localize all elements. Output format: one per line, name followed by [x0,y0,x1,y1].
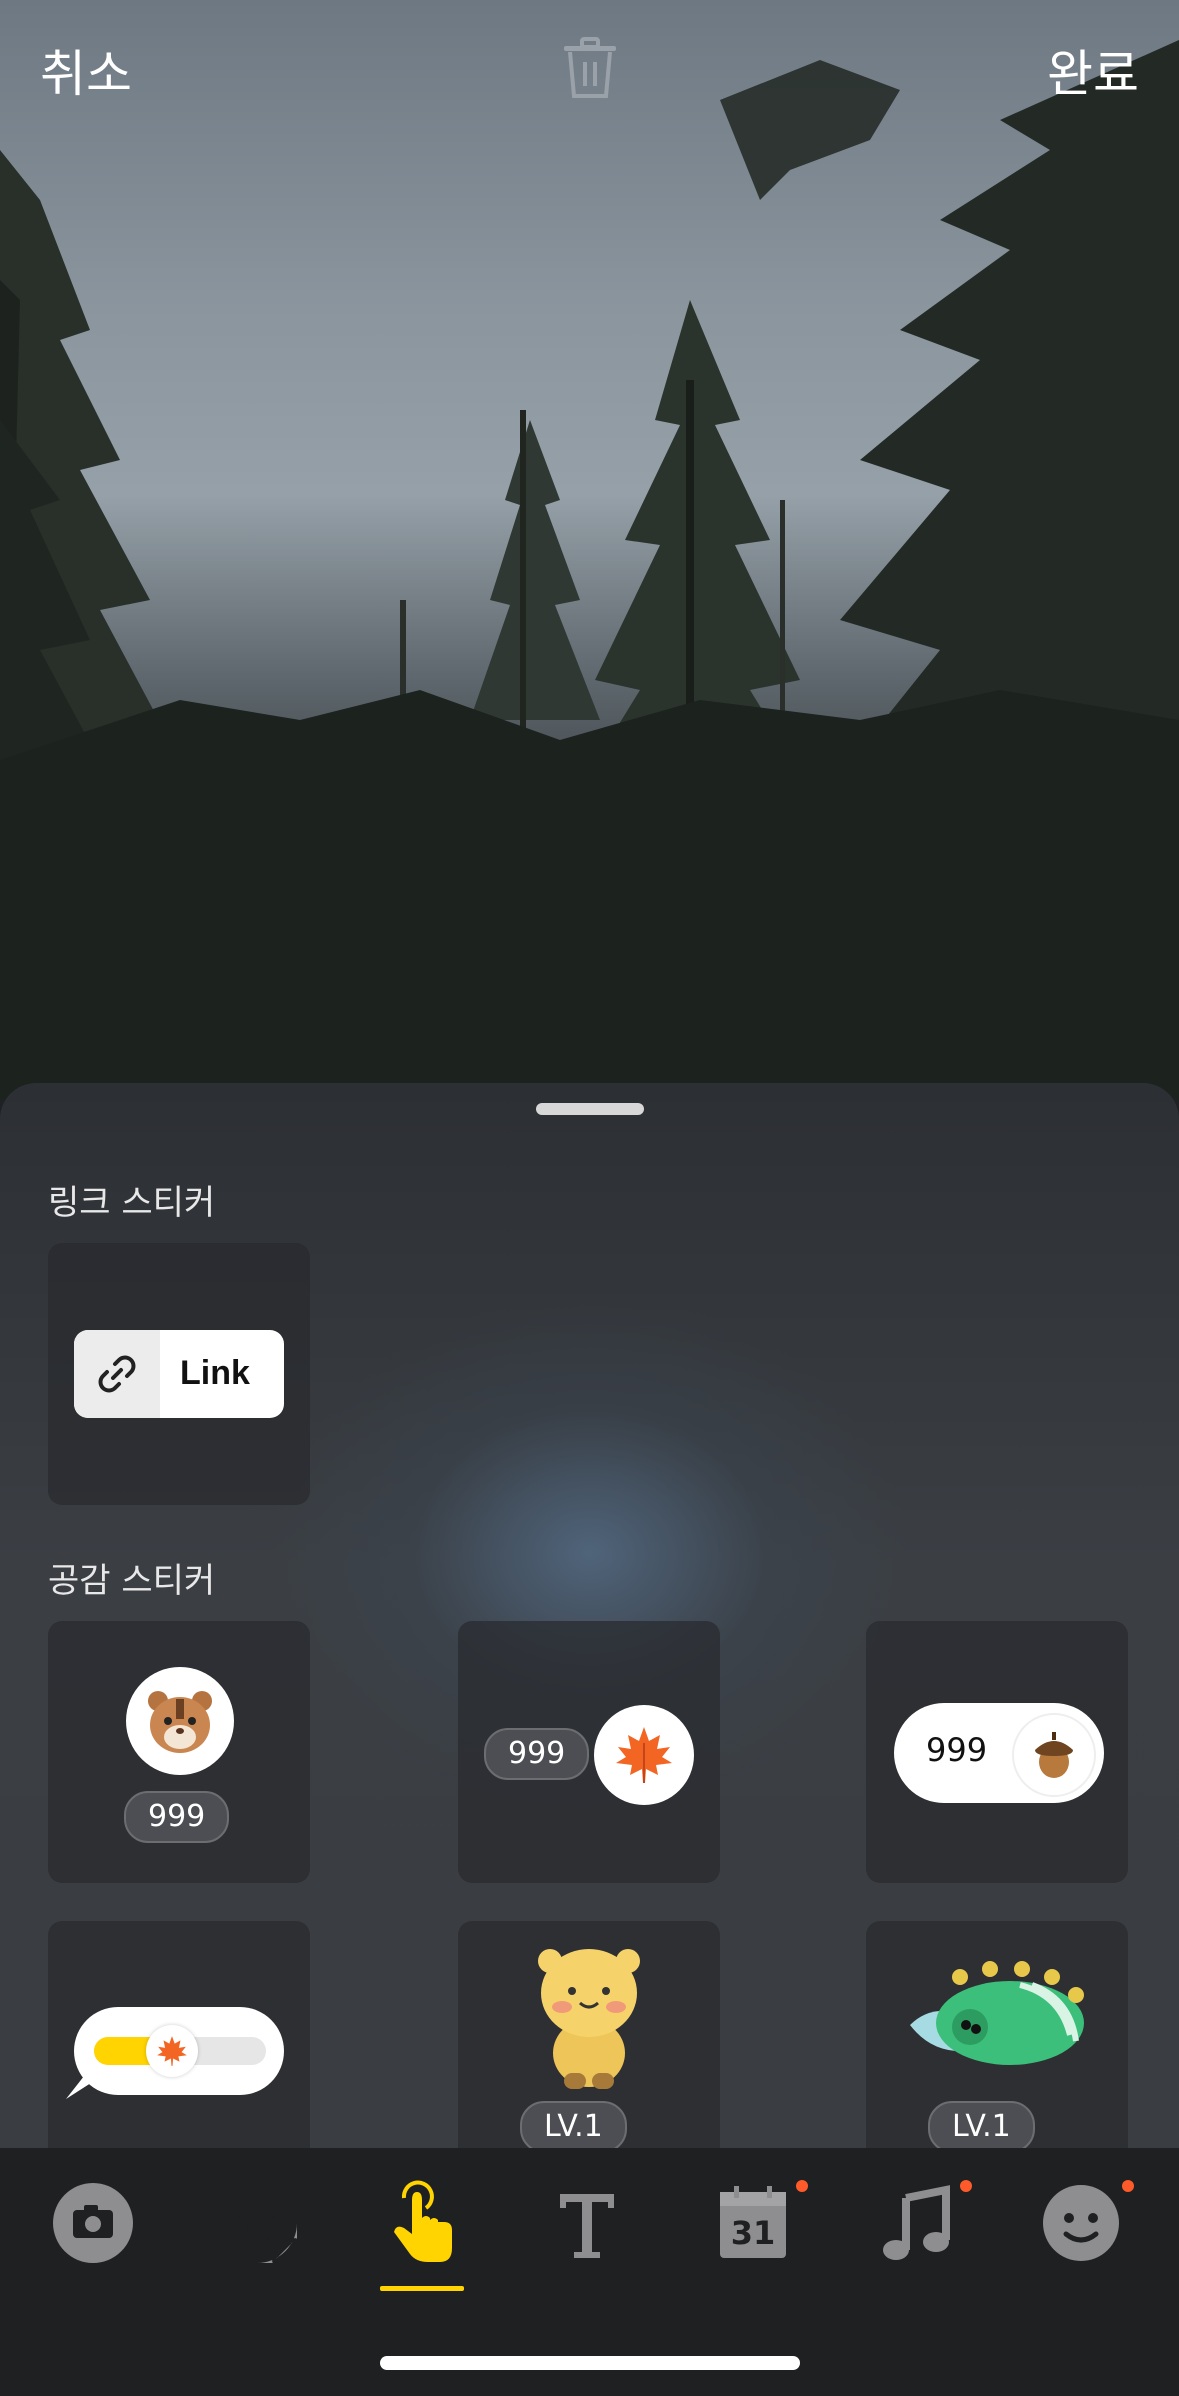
sheet-grabber[interactable] [536,1103,644,1115]
tab-camera[interactable] [48,2178,138,2268]
trash-icon[interactable] [560,36,620,100]
maple-leaf-icon [146,2025,198,2077]
link-sticker-card[interactable]: Link [48,1243,310,1505]
sticker-level: LV.1 [520,2101,627,2148]
new-badge [960,2180,972,2192]
background-photo [0,0,1179,1100]
maple-leaf-slider-sticker [74,2007,284,2095]
tab-emoji[interactable] [1036,2178,1134,2268]
active-tab-indicator [380,2286,464,2291]
link-section-title: 링크 스티커 [48,1183,216,1223]
acorn-icon [1012,1713,1096,1797]
link-sticker-label: Link [180,1354,250,1392]
bear-character-icon [538,1949,640,2089]
maple-leaf-icon [594,1705,694,1805]
empathy-section-title: 공감 스티커 [48,1561,216,1601]
tool-tab-bar: 31 [0,2148,1179,2396]
new-badge [1122,2180,1134,2192]
text-icon [560,2194,614,2258]
link-sticker: Link [74,1330,284,1418]
sticker-card-maple-leaf[interactable]: 999 [458,1621,720,1883]
star-sticker-icon [217,2183,297,2263]
new-badge [796,2180,808,2192]
speech-tail-icon [66,2071,94,2099]
sticker-count: 999 [484,1728,590,1780]
cancel-button[interactable]: 취소 [40,34,132,106]
music-icon [883,2185,950,2260]
calendar-day: 31 [730,2214,776,2252]
emoji-icon [1043,2185,1119,2261]
home-indicator[interactable] [380,2356,800,2370]
sticker-card-chipmunk[interactable]: 999 [48,1621,310,1883]
sticker-card-bear[interactable]: LV.1 [458,1921,720,2148]
dinosaur-character-icon [910,1961,1084,2065]
tab-text[interactable] [542,2178,632,2268]
sticker-card-slider[interactable] [48,1921,310,2148]
acorn-sticker: 999 [894,1703,1104,1803]
done-button[interactable]: 완료 [1047,34,1139,106]
sticker-sheet: 링크 스티커 Link 공감 스티커 999 999 999 LV.1 LV.1 [0,1083,1179,2148]
sticker-card-acorn[interactable]: 999 [866,1621,1128,1883]
top-bar: 취소 완료 [0,0,1179,140]
chipmunk-face-icon [126,1667,234,1775]
tab-interactive[interactable] [376,2178,466,2268]
sticker-card-dinosaur[interactable]: LV.1 [866,1921,1128,2148]
link-icon [74,1330,160,1418]
sticker-level: LV.1 [928,2101,1035,2148]
tab-music[interactable] [872,2178,972,2268]
sticker-count: 999 [124,1791,230,1843]
sticker-count: 999 [926,1731,988,1769]
tap-hand-icon [394,2180,452,2262]
camera-icon [53,2183,133,2263]
tab-sticker[interactable] [212,2178,302,2268]
tab-calendar[interactable]: 31 [708,2178,808,2268]
